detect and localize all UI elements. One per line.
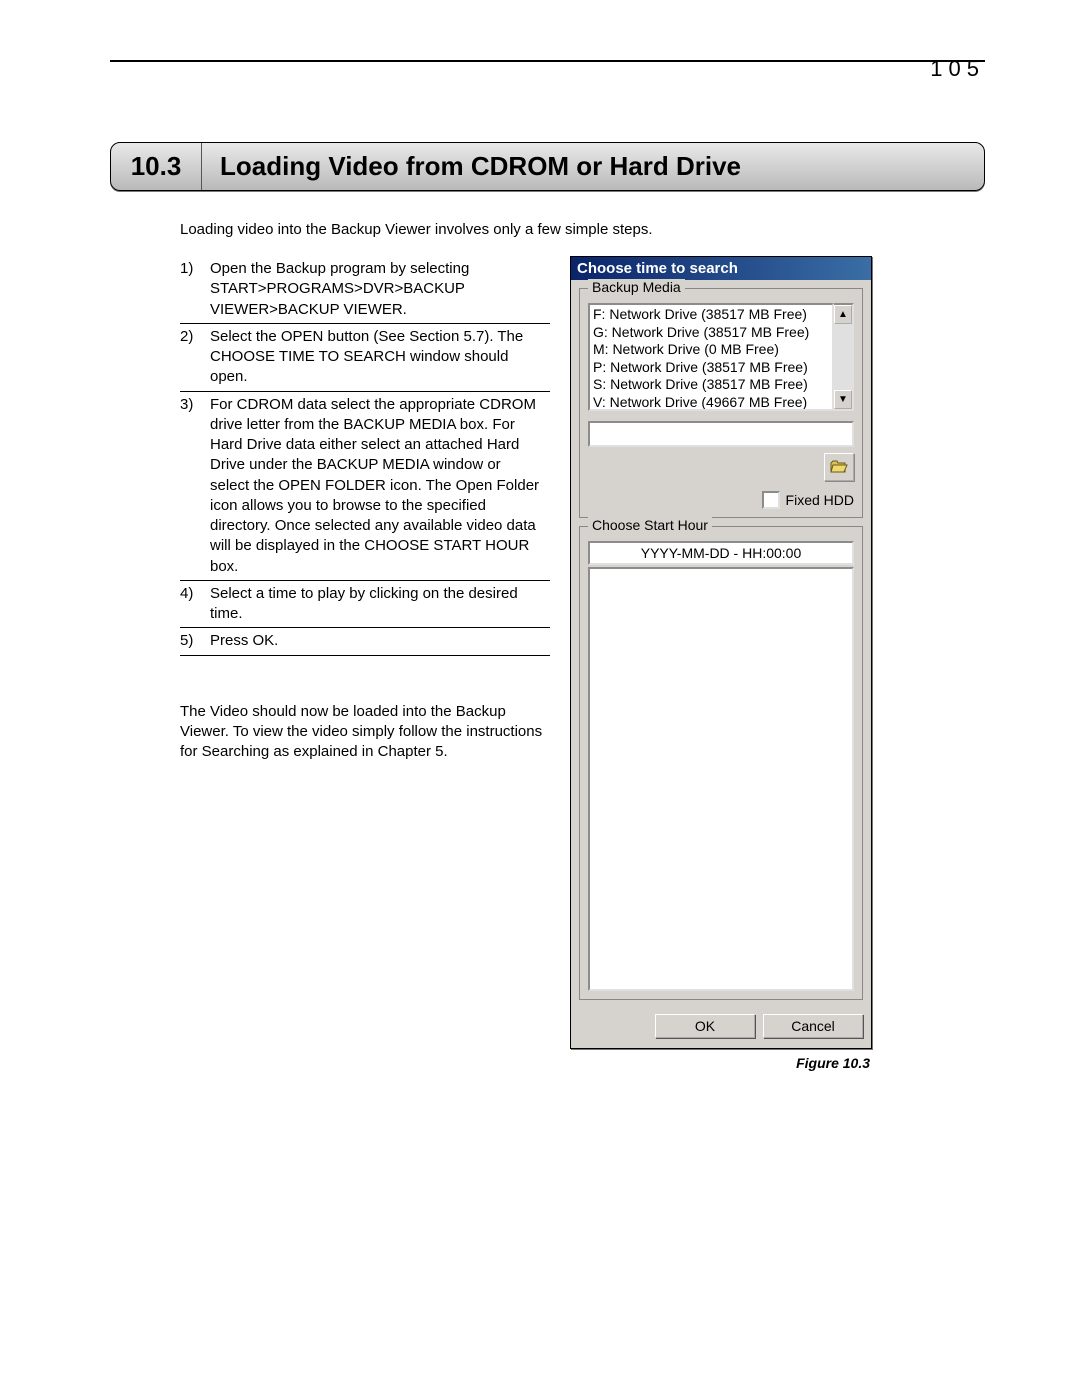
start-hour-input[interactable]: YYYY-MM-DD - HH:00:00 bbox=[588, 541, 854, 565]
steps-table: 1) Open the Backup program by selecting … bbox=[180, 256, 550, 656]
choose-time-dialog: Choose time to search Backup Media F: Ne… bbox=[570, 256, 872, 1049]
step-row: 5) Press OK. bbox=[180, 628, 550, 655]
path-input[interactable] bbox=[588, 421, 854, 447]
step-row: 3) For CDROM data select the appropriate… bbox=[180, 391, 550, 580]
step-text: Press OK. bbox=[210, 628, 550, 655]
step-text: Select the OPEN button (See Section 5.7)… bbox=[210, 323, 550, 391]
cancel-button[interactable]: Cancel bbox=[763, 1014, 863, 1038]
dialog-buttons: OK Cancel bbox=[571, 1008, 871, 1048]
step-number: 4) bbox=[180, 580, 210, 628]
section-header: 10.3 Loading Video from CDROM or Hard Dr… bbox=[110, 142, 985, 191]
body-row: 1) Open the Backup program by selecting … bbox=[180, 256, 985, 1071]
drive-item[interactable]: F: Network Drive (38517 MB Free) bbox=[593, 306, 829, 324]
choose-start-hour-group: Choose Start Hour YYYY-MM-DD - HH:00:00 bbox=[579, 526, 863, 1000]
post-text: The Video should now be loaded into the … bbox=[180, 702, 550, 763]
dialog-title: Choose time to search bbox=[571, 257, 871, 280]
drive-list-wrap: F: Network Drive (38517 MB Free) G: Netw… bbox=[588, 303, 854, 411]
intro-text: Loading video into the Backup Viewer inv… bbox=[180, 221, 985, 238]
left-column: 1) Open the Backup program by selecting … bbox=[180, 256, 550, 762]
figure-caption: Figure 10.3 bbox=[570, 1055, 870, 1071]
header-rule bbox=[110, 60, 985, 62]
drive-item[interactable]: S: Network Drive (38517 MB Free) bbox=[593, 376, 829, 394]
step-text: For CDROM data select the appropriate CD… bbox=[210, 391, 550, 580]
section-title: Loading Video from CDROM or Hard Drive bbox=[202, 143, 759, 190]
step-number: 3) bbox=[180, 391, 210, 580]
step-number: 1) bbox=[180, 256, 210, 323]
scroll-up-button[interactable]: ▲ bbox=[834, 305, 852, 324]
drive-item[interactable]: V: Network Drive (49667 MB Free) bbox=[593, 394, 829, 412]
scrollbar[interactable]: ▲ ▼ bbox=[834, 303, 854, 411]
document-page: 105 10.3 Loading Video from CDROM or Har… bbox=[0, 0, 1080, 1397]
page-number: 105 bbox=[930, 56, 985, 82]
fixed-hdd-row: Fixed HDD bbox=[588, 491, 854, 509]
step-row: 2) Select the OPEN button (See Section 5… bbox=[180, 323, 550, 391]
step-text: Select a time to play by clicking on the… bbox=[210, 580, 550, 628]
scroll-track[interactable] bbox=[834, 324, 852, 390]
drive-item[interactable]: P: Network Drive (38517 MB Free) bbox=[593, 359, 829, 377]
right-column: Choose time to search Backup Media F: Ne… bbox=[570, 256, 872, 1071]
step-row: 4) Select a time to play by clicking on … bbox=[180, 580, 550, 628]
open-folder-icon bbox=[830, 460, 848, 474]
fixed-hdd-checkbox[interactable] bbox=[762, 491, 780, 509]
fixed-hdd-label: Fixed HDD bbox=[786, 492, 854, 508]
drive-item[interactable]: M: Network Drive (0 MB Free) bbox=[593, 341, 829, 359]
step-row: 1) Open the Backup program by selecting … bbox=[180, 256, 550, 323]
choose-start-hour-legend: Choose Start Hour bbox=[588, 517, 712, 533]
step-text: Open the Backup program by selecting STA… bbox=[210, 256, 550, 323]
step-number: 5) bbox=[180, 628, 210, 655]
backup-media-group: Backup Media F: Network Drive (38517 MB … bbox=[579, 288, 863, 518]
start-hour-list[interactable] bbox=[588, 567, 854, 991]
drive-listbox[interactable]: F: Network Drive (38517 MB Free) G: Netw… bbox=[588, 303, 834, 411]
step-number: 2) bbox=[180, 323, 210, 391]
ok-button[interactable]: OK bbox=[655, 1014, 755, 1038]
backup-media-legend: Backup Media bbox=[588, 279, 685, 295]
drive-item[interactable]: G: Network Drive (38517 MB Free) bbox=[593, 324, 829, 342]
open-folder-button[interactable] bbox=[824, 453, 854, 481]
section-number: 10.3 bbox=[111, 143, 202, 190]
scroll-down-button[interactable]: ▼ bbox=[834, 390, 852, 409]
